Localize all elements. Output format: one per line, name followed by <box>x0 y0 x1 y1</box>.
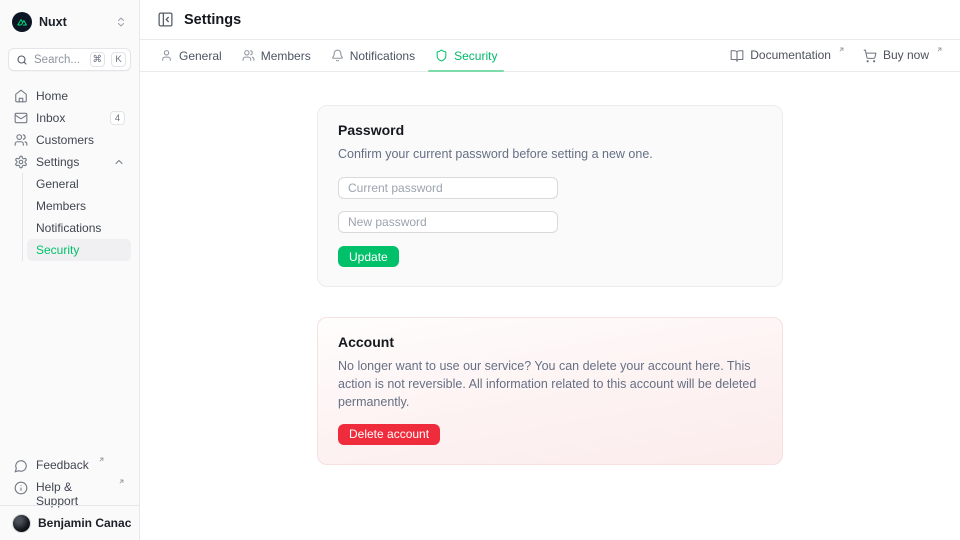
user-menu[interactable]: Benjamin Canac <box>8 511 131 535</box>
feedback-label: Feedback <box>36 458 89 472</box>
users-icon <box>242 49 255 62</box>
search-placeholder: Search... <box>34 54 84 66</box>
book-open-icon <box>730 49 744 63</box>
settings-subtree: General Members Notifications Security <box>22 173 131 261</box>
password-card-description: Confirm your current password before set… <box>338 145 762 163</box>
external-link-icon <box>936 46 943 53</box>
users-icon <box>14 133 28 147</box>
help-support-link[interactable]: Help & Support <box>8 477 131 499</box>
sidebar-item-label: Inbox <box>36 111 65 125</box>
sidebar-item-label: Settings <box>36 155 79 169</box>
shield-icon <box>435 49 448 62</box>
gear-icon <box>14 155 28 169</box>
sidebar: Nuxt Search... ⌘ K Home <box>0 0 140 540</box>
app: Nuxt Search... ⌘ K Home <box>0 0 960 540</box>
tab-members[interactable]: Members <box>239 40 314 71</box>
info-circle-icon <box>14 481 28 495</box>
inbox-count-badge: 4 <box>110 111 125 125</box>
sidebar-top: Nuxt Search... ⌘ K <box>0 0 139 71</box>
tabbar-actions: Documentation Buy now <box>730 48 943 63</box>
tab-label: Security <box>454 49 497 63</box>
inbox-icon <box>14 111 28 125</box>
page-header: Settings <box>140 0 960 40</box>
sidebar-item-notifications[interactable]: Notifications <box>27 217 131 239</box>
external-link-icon <box>98 456 105 463</box>
tab-notifications[interactable]: Notifications <box>328 40 418 71</box>
sidebar-item-security[interactable]: Security <box>27 239 131 261</box>
sidebar-item-label: Security <box>36 243 79 257</box>
workspace-switcher[interactable]: Nuxt <box>8 10 131 34</box>
new-password-input[interactable] <box>338 211 558 233</box>
content: Password Confirm your current password b… <box>140 72 960 540</box>
sidebar-item-label: Members <box>36 199 86 213</box>
search-icon <box>16 54 28 66</box>
delete-account-button[interactable]: Delete account <box>338 424 440 445</box>
external-link-icon <box>118 478 125 485</box>
sidebar-nav: Home Inbox 4 Customers Settings <box>0 71 139 261</box>
search-input[interactable]: Search... ⌘ K <box>8 48 131 71</box>
sidebar-item-customers[interactable]: Customers <box>8 129 131 151</box>
sidebar-item-label: Home <box>36 89 68 103</box>
account-card: Account No longer want to use our servic… <box>317 317 783 464</box>
shopping-cart-icon <box>863 49 877 63</box>
password-card-title: Password <box>338 122 762 138</box>
tabbar: General Members Notifications Security <box>140 40 960 72</box>
tab-security[interactable]: Security <box>432 40 500 71</box>
password-card: Password Confirm your current password b… <box>317 105 783 287</box>
feedback-link[interactable]: Feedback <box>8 455 131 477</box>
user-icon <box>160 49 173 62</box>
buy-now-link[interactable]: Buy now <box>863 48 943 63</box>
current-password-input[interactable] <box>338 177 558 199</box>
kbd-meta: ⌘ <box>90 52 106 67</box>
sidebar-item-general[interactable]: General <box>27 173 131 195</box>
sidebar-item-label: Customers <box>36 133 94 147</box>
update-button[interactable]: Update <box>338 246 399 267</box>
workspace-name: Nuxt <box>39 15 67 29</box>
avatar <box>12 514 31 533</box>
sidebar-item-label: General <box>36 177 79 191</box>
documentation-label: Documentation <box>750 48 831 62</box>
panel-left-close-icon[interactable] <box>157 11 174 28</box>
active-tab-underline <box>428 70 504 72</box>
user-name: Benjamin Canac <box>38 516 131 530</box>
sidebar-footer: Feedback Help & Support <box>0 455 139 505</box>
buy-now-label: Buy now <box>883 48 929 62</box>
tab-label: Members <box>261 49 311 63</box>
page-title: Settings <box>184 12 241 28</box>
kbd-k: K <box>111 52 126 67</box>
account-card-description: No longer want to use our service? You c… <box>338 357 762 411</box>
user-row: Benjamin Canac <box>0 505 139 540</box>
tab-label: Notifications <box>350 49 415 63</box>
external-link-icon <box>838 46 845 53</box>
documentation-link[interactable]: Documentation <box>730 48 845 63</box>
help-support-label: Help & Support <box>36 480 109 508</box>
tab-general[interactable]: General <box>157 40 225 71</box>
chevrons-up-down-icon <box>115 16 127 28</box>
sidebar-item-inbox[interactable]: Inbox 4 <box>8 107 131 129</box>
tab-label: General <box>179 49 222 63</box>
nuxt-logo-icon <box>12 12 32 32</box>
main: Settings General Members Notifications <box>140 0 960 540</box>
account-card-title: Account <box>338 334 762 350</box>
message-circle-icon <box>14 459 28 473</box>
bell-icon <box>331 49 344 62</box>
sidebar-item-members[interactable]: Members <box>27 195 131 217</box>
home-icon <box>14 89 28 103</box>
sidebar-spacer <box>0 261 139 455</box>
sidebar-item-label: Notifications <box>36 221 101 235</box>
sidebar-item-home[interactable]: Home <box>8 85 131 107</box>
chevron-up-icon[interactable] <box>113 156 125 168</box>
sidebar-item-settings[interactable]: Settings <box>8 151 131 173</box>
